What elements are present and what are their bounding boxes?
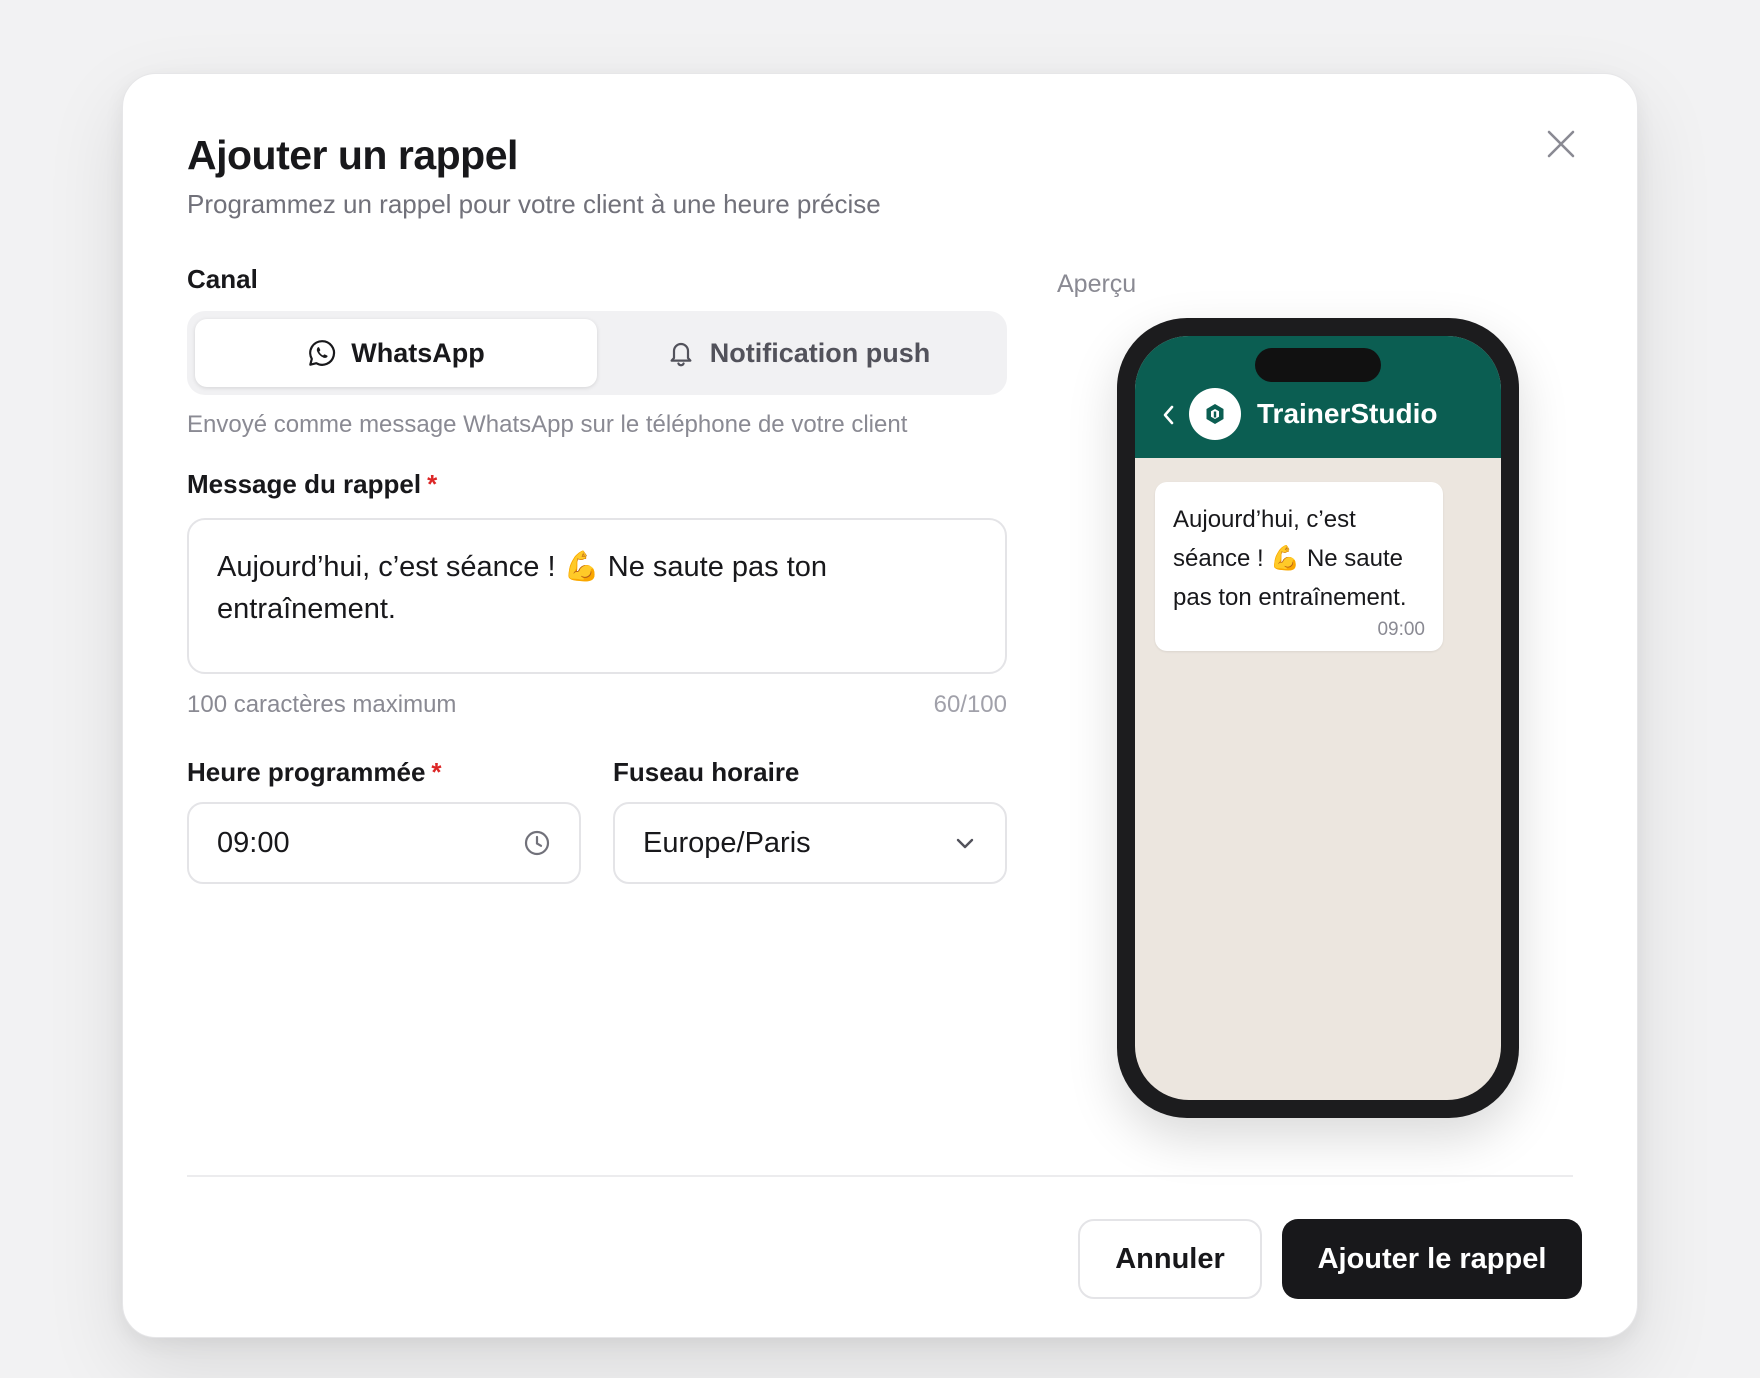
time-value: 09:00 bbox=[217, 826, 290, 859]
whatsapp-icon bbox=[309, 340, 336, 366]
channel-selector: WhatsApp Notification push bbox=[187, 311, 1007, 395]
footer-divider bbox=[187, 1175, 1573, 1177]
channel-label: Canal bbox=[187, 264, 258, 294]
phone-preview: TrainerStudio Aujourd’hui, c’est séance … bbox=[1117, 318, 1519, 1118]
bell-icon bbox=[670, 342, 692, 367]
chat-header: TrainerStudio bbox=[1135, 336, 1501, 458]
message-bubble: Aujourd’hui, c’est séance ! 💪 Ne saute p… bbox=[1155, 482, 1443, 651]
add-reminder-button[interactable]: Ajouter le rappel bbox=[1282, 1219, 1582, 1299]
contact-name: TrainerStudio bbox=[1257, 398, 1438, 429]
close-icon bbox=[1547, 130, 1575, 158]
time-label-text: Heure programmée bbox=[187, 757, 426, 787]
required-mark: * bbox=[431, 757, 442, 787]
clock-icon[interactable] bbox=[523, 829, 551, 857]
timezone-label: Fuseau horaire bbox=[613, 757, 800, 787]
timezone-select[interactable]: Europe/Paris bbox=[613, 802, 1007, 884]
contact-avatar bbox=[1189, 388, 1241, 440]
back-chevron-icon bbox=[1163, 405, 1174, 425]
modal-subtitle: Programmez un rappel pour votre client à… bbox=[187, 189, 881, 219]
cancel-button[interactable]: Annuler bbox=[1078, 1219, 1262, 1299]
timezone-field-group: Fuseau horaire Europe/Paris bbox=[613, 757, 1007, 884]
dynamic-island bbox=[1255, 348, 1381, 382]
add-reminder-modal: Ajouter un rappel Programmez un rappel p… bbox=[122, 73, 1638, 1338]
message-textarea[interactable]: Aujourd’hui, c’est séance ! 💪 Ne saute p… bbox=[187, 518, 1007, 674]
close-button[interactable] bbox=[1539, 122, 1583, 166]
bubble-time: 09:00 bbox=[1377, 619, 1425, 640]
message-max-hint: 100 caractères maximum bbox=[187, 691, 457, 718]
trainerstudio-logo-icon bbox=[1206, 404, 1224, 424]
message-label-text: Message du rappel bbox=[187, 469, 422, 499]
modal-title: Ajouter un rappel bbox=[187, 132, 518, 178]
time-input[interactable]: 09:00 bbox=[187, 802, 581, 884]
message-counter-row: 100 caractères maximum 60/100 bbox=[187, 691, 1007, 719]
preview-label: Aperçu bbox=[1057, 270, 1137, 298]
message-label: Message du rappel * bbox=[187, 469, 1007, 500]
character-counter: 60/100 bbox=[933, 691, 1007, 718]
schedule-row: Heure programmée * 09:00 Fuseau horaire E… bbox=[187, 757, 1007, 884]
channel-option-push[interactable]: Notification push bbox=[597, 319, 999, 387]
bubble-text: Aujourd’hui, c’est séance ! 💪 Ne saute p… bbox=[1173, 506, 1407, 611]
time-field-group: Heure programmée * 09:00 bbox=[187, 757, 581, 884]
chevron-down-icon bbox=[956, 838, 974, 849]
phone-screen: TrainerStudio Aujourd’hui, c’est séance … bbox=[1135, 336, 1501, 1100]
time-label: Heure programmée * bbox=[187, 757, 581, 788]
channel-option-label: Notification push bbox=[709, 337, 931, 368]
required-mark: * bbox=[427, 469, 438, 499]
channel-hint: Envoyé comme message WhatsApp sur le tél… bbox=[187, 411, 908, 438]
form-section: Canal WhatsApp Notification push Envoyé … bbox=[187, 264, 1007, 884]
channel-option-label: WhatsApp bbox=[351, 337, 485, 368]
channel-option-whatsapp[interactable]: WhatsApp bbox=[195, 319, 597, 387]
timezone-value: Europe/Paris bbox=[643, 826, 811, 859]
